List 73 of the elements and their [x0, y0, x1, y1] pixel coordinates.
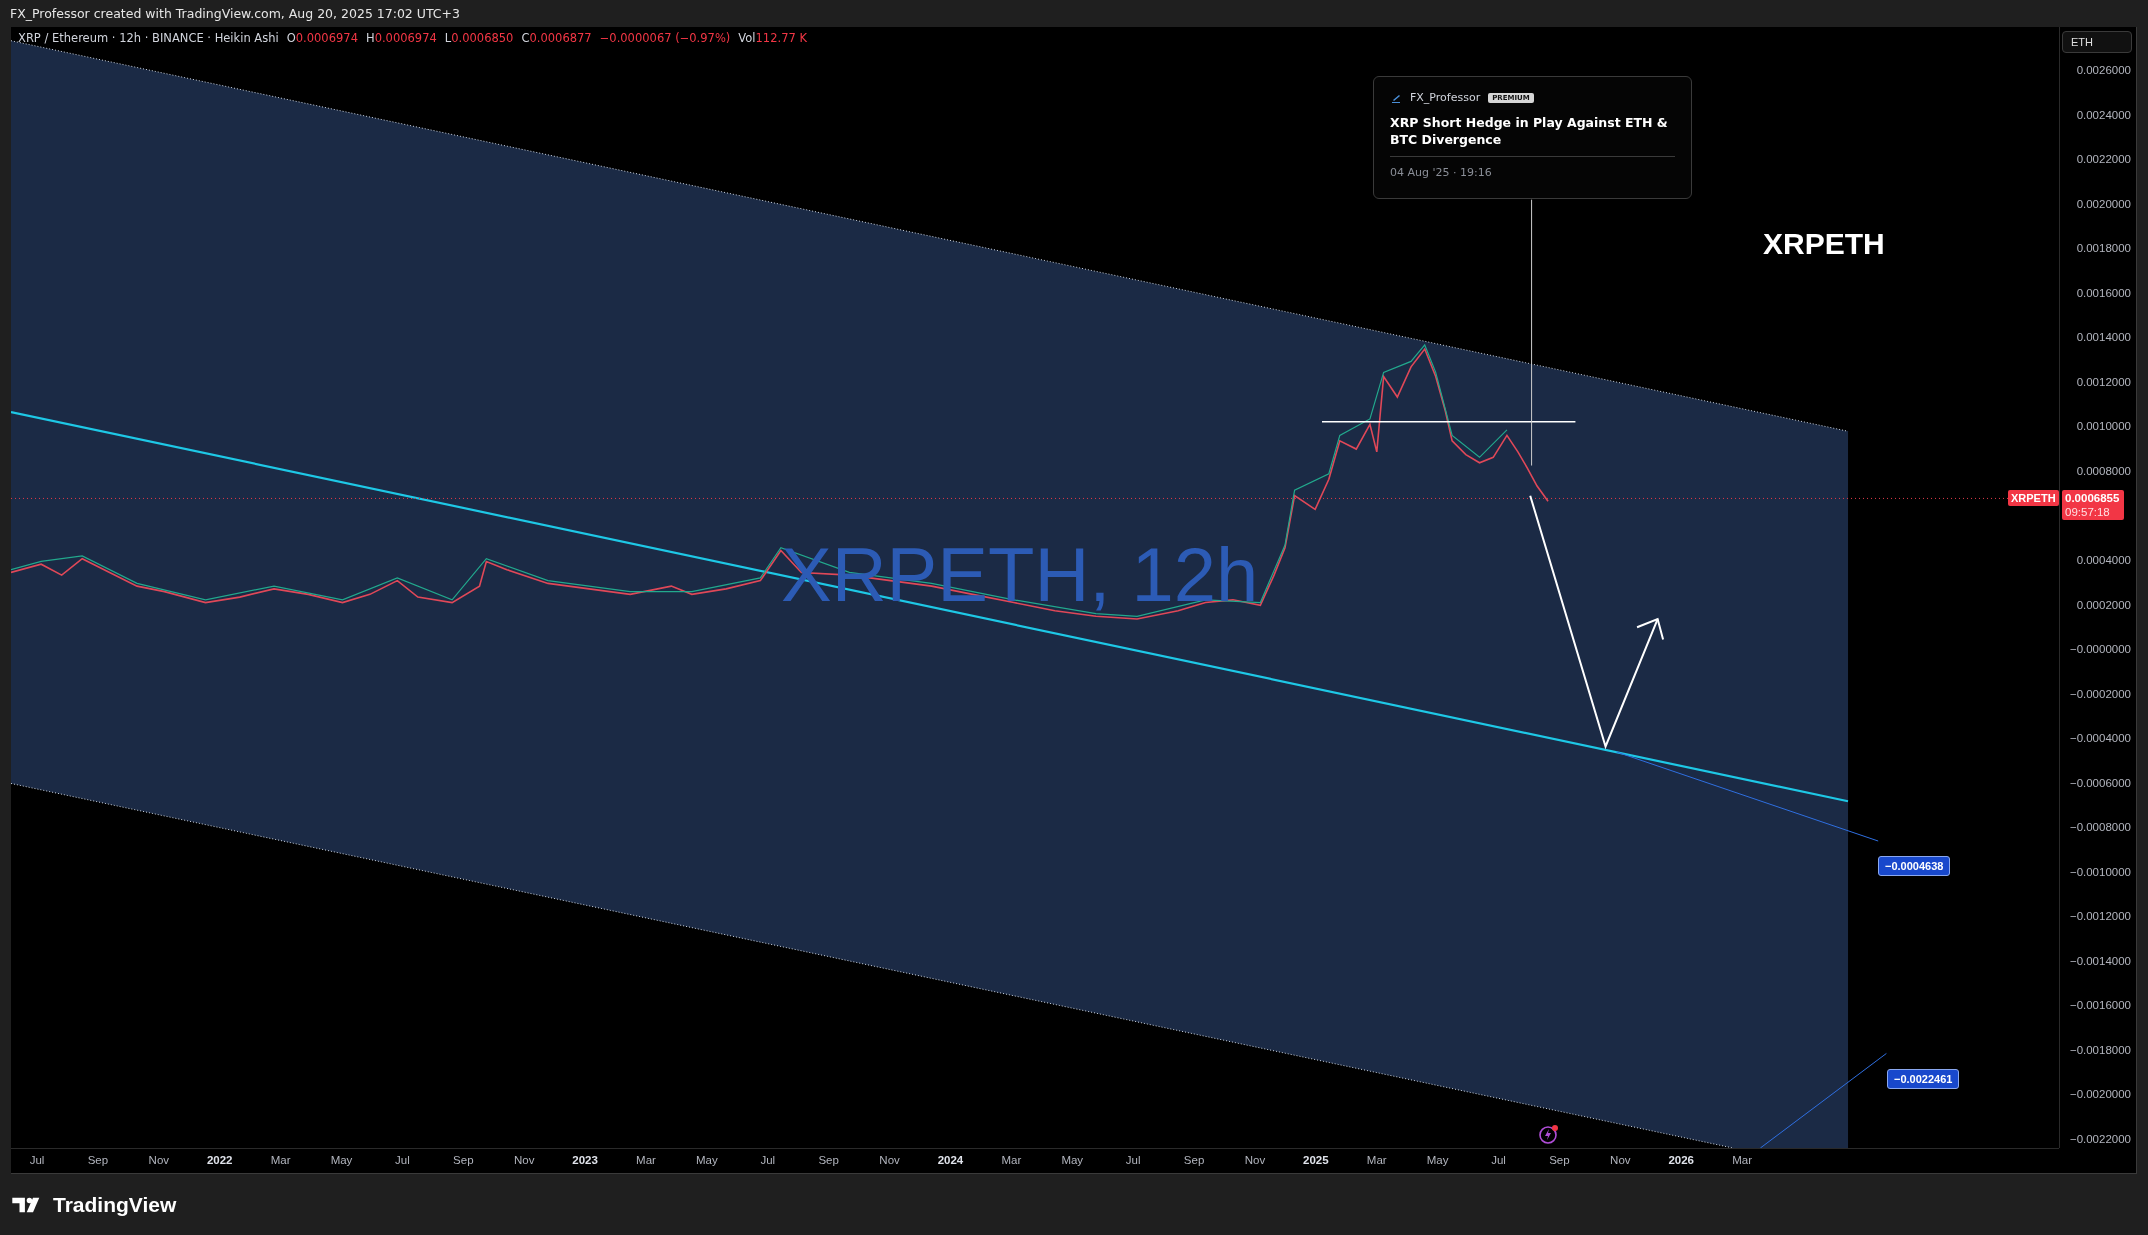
time-tick: Sep [1183, 1154, 1205, 1166]
price-tick: 0.0008000 [2076, 464, 2131, 477]
bar-countdown: 09:57:18 [2065, 505, 2111, 519]
time-tick: Nov [1610, 1154, 1631, 1166]
idea-date: 04 Aug '25 · 19:16 [1390, 166, 1493, 179]
time-tick: May [696, 1154, 718, 1166]
time-tick: Sep [1549, 1154, 1570, 1166]
symbol-title: XRPETH [1763, 227, 1885, 261]
time-tick: Nov [1244, 1154, 1266, 1166]
price-tick: 0.0014000 [2076, 331, 2131, 344]
price-tick: 0.0020000 [2076, 197, 2131, 210]
price-tick: −0.0012000 [2069, 910, 2131, 923]
idea-title: XRP Short Hedge in Play Against ETH & BTC Divergence [1390, 114, 1669, 148]
time-tick: 2025 [1303, 1154, 1329, 1166]
time-tick: 2023 [572, 1154, 598, 1166]
time-tick: Mar [270, 1154, 291, 1166]
price-tick: 0.0024000 [2076, 108, 2131, 121]
last-price: 0.0006855 [2065, 491, 2121, 505]
price-tick: 0.0004000 [2076, 554, 2131, 566]
time-tick: Jul [1491, 1154, 1506, 1166]
price-tick: 0.0010000 [2076, 420, 2131, 433]
time-tick: Jul [395, 1154, 410, 1166]
time-tick: Nov [879, 1154, 900, 1166]
price-label: −0.0004638 [1878, 856, 1951, 876]
price-tick: −0.0014000 [2069, 954, 2131, 967]
price-tick: −0.0022000 [2069, 1132, 2131, 1145]
time-tick: May [1061, 1154, 1084, 1166]
time-tick: 2026 [1668, 1154, 1695, 1166]
time-tick: May [1426, 1154, 1449, 1166]
logo-text: TradingView [53, 1192, 177, 1217]
time-tick: Mar [1001, 1154, 1022, 1166]
time-tick: Sep [818, 1154, 839, 1166]
price-tick: −0.0000000 [2069, 643, 2131, 656]
time-tick: Mar [1732, 1154, 1753, 1166]
time-tick: Mar [1366, 1154, 1387, 1166]
ohlc-value: L0.0006850 [444, 31, 514, 45]
time-tick: May [330, 1154, 353, 1166]
price-tick: 0.0002000 [2076, 598, 2131, 611]
time-tick: Jul [760, 1154, 776, 1166]
time-tick: Sep [453, 1154, 474, 1166]
time-tick: Nov [513, 1154, 535, 1166]
price-tick: 0.0018000 [2076, 242, 2131, 255]
lightning-icon[interactable] [1538, 1123, 1560, 1145]
time-tick: Mar [636, 1154, 656, 1166]
price-label: −0.0022461 [1887, 1069, 1960, 1089]
symbol-info: XRP / Ethereum · 12h · BINANCE · Heikin Ashi [18, 31, 279, 45]
price-tick: −0.0016000 [2069, 999, 2131, 1012]
currency-button[interactable]: ETH [2062, 31, 2132, 53]
time-tick: Nov [148, 1154, 170, 1166]
chart-caption: FX_Professor created with TradingView.com, Aug 20, 2025 17:02 UTC+3 [10, 6, 460, 21]
price-tick: −0.0010000 [2069, 865, 2131, 878]
time-tick: 2022 [206, 1154, 233, 1166]
price-change: −0.0000067 (−0.97%) [599, 31, 731, 45]
time-tick: Sep [87, 1154, 109, 1166]
time-tick: Jul [1125, 1154, 1141, 1166]
price-tick: −0.0018000 [2069, 1043, 2131, 1056]
price-tick: 0.0026000 [2076, 64, 2131, 77]
price-tick: 0.0016000 [2076, 286, 2131, 299]
ohlc-value: H0.0006974 [365, 31, 437, 45]
volume-value: Vol112.77 K [738, 31, 807, 45]
price-tick: −0.0006000 [2069, 776, 2131, 789]
price-tick: −0.0004000 [2069, 732, 2131, 745]
price-tick: −0.0020000 [2069, 1088, 2131, 1101]
author-name: FX_Professor [1410, 91, 1481, 104]
price-tick: −0.0008000 [2069, 821, 2131, 834]
time-tick: Jul [29, 1154, 45, 1166]
time-tick: 2024 [937, 1154, 964, 1166]
price-tick: −0.0002000 [2069, 687, 2131, 700]
price-tick: 0.0022000 [2076, 153, 2131, 166]
ohlc-value: C0.0006877 [521, 31, 592, 45]
ohlc-value: O0.0006974 [286, 31, 358, 45]
price-tick: 0.0012000 [2076, 375, 2131, 388]
symbol-tag: XRPETH [2008, 490, 2059, 506]
